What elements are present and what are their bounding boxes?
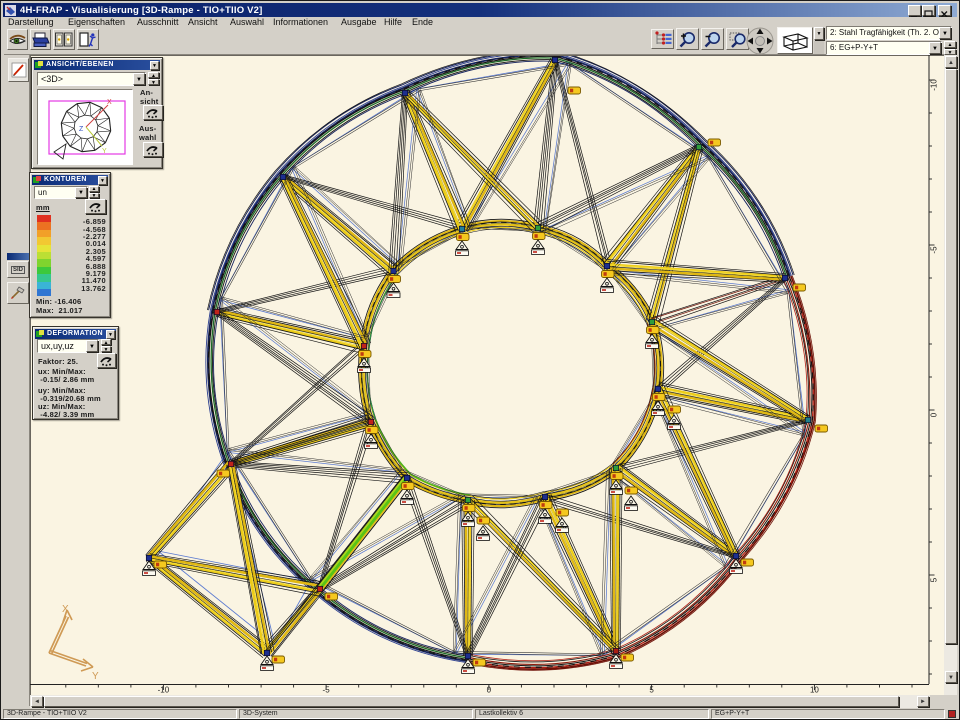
svg-text:5: 5 <box>649 686 654 695</box>
svg-text:Z: Z <box>79 126 84 133</box>
svg-text:Y: Y <box>102 148 107 155</box>
svg-text:-5: -5 <box>323 686 331 695</box>
svg-text:0: 0 <box>930 412 939 417</box>
svg-text:-10: -10 <box>158 686 170 695</box>
svg-text:X: X <box>107 99 112 106</box>
svg-text:10: 10 <box>810 686 819 695</box>
svg-text:X: X <box>62 604 69 615</box>
svg-text:Y: Y <box>92 671 99 682</box>
svg-text:-10: -10 <box>930 79 939 91</box>
svg-text:5: 5 <box>930 577 939 582</box>
svg-text:-5: -5 <box>930 246 939 254</box>
svg-text:0: 0 <box>487 686 492 695</box>
